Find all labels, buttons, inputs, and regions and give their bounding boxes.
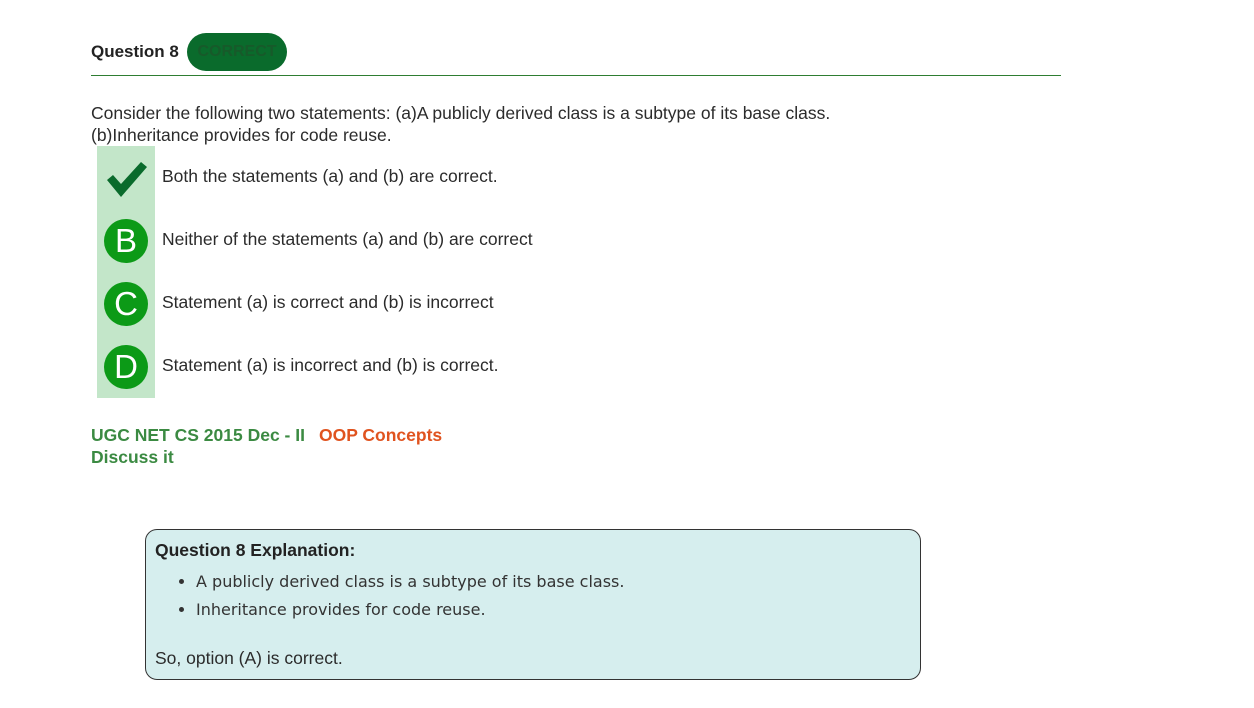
option-d-letter-icon: D xyxy=(104,345,148,389)
question-text-line-1: Consider the following two statements: (… xyxy=(91,103,831,123)
topic-tag-link[interactable]: OOP Concepts xyxy=(319,425,442,445)
explanation-title: Question 8 Explanation: xyxy=(155,540,356,560)
option-a-text: Both the statements (a) and (b) are corr… xyxy=(162,166,498,186)
explanation-conclusion: So, option (A) is correct. xyxy=(155,648,343,668)
option-c-text: Statement (a) is correct and (b) is inco… xyxy=(162,292,494,312)
question-text-line-2: (b)Inheritance provides for code reuse. xyxy=(91,125,392,145)
option-b[interactable]: B Neither of the statements (a) and (b) … xyxy=(97,209,797,272)
discuss-link[interactable]: Discuss it xyxy=(91,446,442,468)
exam-tag-link[interactable]: UGC NET CS 2015 Dec - II xyxy=(91,425,305,445)
checkmark-icon xyxy=(104,156,148,200)
option-b-text: Neither of the statements (a) and (b) ar… xyxy=(162,229,533,249)
question-tags: UGC NET CS 2015 Dec - II OOP Concepts Dis… xyxy=(91,424,442,468)
option-d[interactable]: D Statement (a) is incorrect and (b) is … xyxy=(97,335,797,398)
explanation-box: Question 8 Explanation: A publicly deriv… xyxy=(145,529,921,680)
status-badge: CORRECT xyxy=(187,33,287,71)
option-b-letter-icon: B xyxy=(104,219,148,263)
explanation-point: Inheritance provides for code reuse. xyxy=(196,596,624,624)
option-a[interactable]: Both the statements (a) and (b) are corr… xyxy=(97,146,797,209)
option-d-text: Statement (a) is incorrect and (b) is co… xyxy=(162,355,499,375)
question-title: Question 8 xyxy=(91,42,179,61)
question-header: Question 8 CORRECT xyxy=(91,33,1061,76)
option-c-letter-icon: C xyxy=(104,282,148,326)
question-text: Consider the following two statements: (… xyxy=(91,102,991,146)
quiz-page: Question 8 CORRECT Consider the followin… xyxy=(0,0,1254,708)
option-c[interactable]: C Statement (a) is correct and (b) is in… xyxy=(97,272,797,335)
explanation-points: A publicly derived class is a subtype of… xyxy=(155,568,624,624)
explanation-point: A publicly derived class is a subtype of… xyxy=(196,568,624,596)
